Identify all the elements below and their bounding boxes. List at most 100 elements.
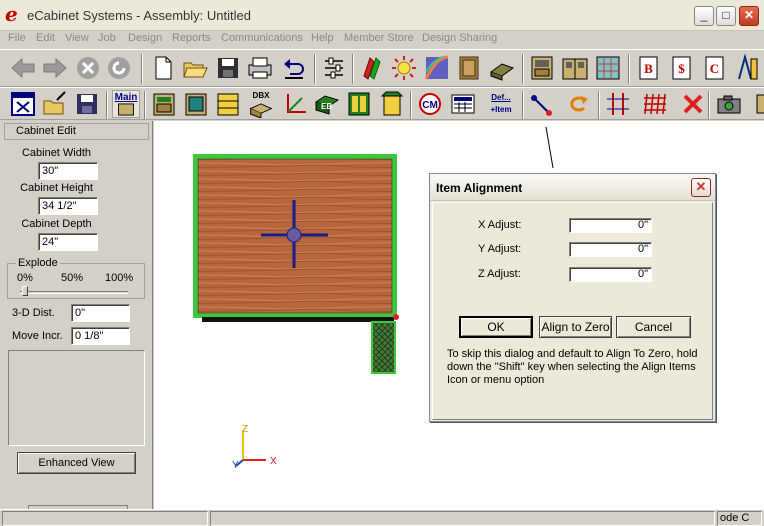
panel-icon[interactable]: [488, 54, 516, 82]
tall-cabinet-icon[interactable]: [345, 90, 373, 118]
cabinet-library-icon[interactable]: [528, 54, 556, 82]
wardrobe-icon[interactable]: [378, 90, 406, 118]
move-incr-label: Move Incr.: [12, 330, 63, 342]
item-alignment-dialog: Item Alignment ✕ X Adjust: 0" Y Adjust: …: [429, 173, 716, 422]
menu-design[interactable]: Design: [128, 32, 162, 44]
align-items-icon[interactable]: [528, 90, 556, 118]
materials-icon[interactable]: [358, 54, 386, 82]
axis-x-label: X: [270, 456, 277, 467]
calculator-icon[interactable]: [449, 90, 477, 118]
main-button[interactable]: Main: [112, 90, 140, 118]
menu-bar: File Edit View Job Design Reports Commun…: [0, 31, 764, 48]
z-adjust-input[interactable]: 0": [569, 267, 652, 282]
status-cell-1: [2, 511, 208, 526]
close-button[interactable]: ✕: [739, 6, 759, 26]
menu-help[interactable]: Help: [311, 32, 334, 44]
menu-file[interactable]: File: [8, 32, 26, 44]
pointer-line: [545, 126, 554, 169]
bill-icon[interactable]: B: [634, 54, 662, 82]
ok-button[interactable]: OK: [459, 316, 533, 338]
cm-tool-icon[interactable]: CM: [416, 90, 444, 118]
open-folder-icon[interactable]: [181, 54, 209, 82]
cabinet-width-input[interactable]: 30": [38, 162, 98, 180]
forward-arrow-icon[interactable]: [41, 54, 69, 82]
camera-icon[interactable]: [715, 90, 743, 118]
stop-icon[interactable]: [74, 54, 102, 82]
explode-tick-0: 0%: [17, 272, 33, 284]
base-cabinet-icon[interactable]: [150, 90, 178, 118]
maximize-button[interactable]: □: [716, 6, 736, 26]
open-folder-edit-icon[interactable]: [41, 90, 69, 118]
new-file-icon[interactable]: [149, 54, 177, 82]
rotate-icon[interactable]: [564, 90, 592, 118]
z-adjust-label: Z Adjust:: [478, 268, 521, 280]
axis-z-label: Z: [242, 424, 248, 435]
svg-text:C: C: [710, 61, 719, 76]
dialog-title: Item Alignment: [436, 181, 523, 195]
drawing-tools-icon[interactable]: [733, 54, 761, 82]
back-arrow-icon[interactable]: [9, 54, 37, 82]
edit-window-icon[interactable]: [9, 90, 37, 118]
y-adjust-input[interactable]: 0": [569, 242, 652, 257]
title-bar: e eCabinet Systems - Assembly: Untitled …: [0, 0, 764, 31]
dist-label: 3-D Dist.: [12, 307, 55, 319]
dbx-button[interactable]: DBX: [247, 90, 275, 118]
undo-icon[interactable]: [280, 54, 308, 82]
svg-text:CM: CM: [422, 100, 438, 111]
menu-design-sharing[interactable]: Design Sharing: [422, 32, 497, 44]
properties-icon[interactable]: [320, 54, 348, 82]
x-adjust-input[interactable]: 0": [569, 218, 652, 233]
cutlist-icon[interactable]: C: [700, 54, 728, 82]
save-icon[interactable]: [214, 54, 242, 82]
door-style-icon[interactable]: [455, 54, 483, 82]
align-to-zero-button[interactable]: Align to Zero: [539, 316, 612, 338]
more-tools-icon[interactable]: [748, 90, 764, 118]
menu-view[interactable]: View: [65, 32, 89, 44]
dist-input[interactable]: 0": [71, 304, 130, 322]
def-label: Def...: [491, 93, 511, 102]
door-hatch: [371, 321, 396, 374]
menu-communications[interactable]: Communications: [221, 32, 303, 44]
edgeband-button[interactable]: EB: [313, 90, 341, 118]
wall-cabinet-icon[interactable]: [182, 90, 210, 118]
explode-group: Explode 0% 50% 100%: [7, 257, 145, 299]
save-cabinet-icon[interactable]: [73, 90, 101, 118]
status-mode: ode C: [717, 511, 762, 526]
dbx-label: DBX: [252, 91, 270, 100]
axis-tool-icon[interactable]: [280, 90, 308, 118]
cancel-button[interactable]: Cancel: [616, 316, 691, 338]
define-item-button[interactable]: Def... +Item: [484, 90, 518, 118]
box-icon: [249, 103, 273, 118]
explode-tick-50: 50%: [61, 272, 84, 284]
window-title: eCabinet Systems - Assembly: Untitled: [27, 8, 251, 23]
minimize-button[interactable]: _: [694, 6, 714, 26]
lighting-icon[interactable]: [390, 54, 418, 82]
menu-reports[interactable]: Reports: [172, 32, 211, 44]
cabinet-depth-label: Cabinet Depth: [21, 218, 92, 230]
cabinet-height-input[interactable]: 34 1/2": [38, 197, 98, 215]
cabinet-depth-input[interactable]: 24": [38, 233, 98, 251]
grid-lines-icon[interactable]: [604, 90, 632, 118]
texture-icon[interactable]: [423, 54, 451, 82]
refresh-icon[interactable]: [105, 54, 133, 82]
print-icon[interactable]: [246, 54, 274, 82]
cabinet-mini-icon: [118, 103, 134, 116]
cabinet-group-icon[interactable]: [561, 54, 589, 82]
price-icon[interactable]: $: [667, 54, 695, 82]
grid-icon[interactable]: [641, 90, 669, 118]
drawer-cabinet-icon[interactable]: [214, 90, 242, 118]
menu-job[interactable]: Job: [98, 32, 116, 44]
move-incr-input[interactable]: 0 1/8": [71, 327, 130, 345]
explode-slider-track[interactable]: [20, 291, 128, 294]
dialog-titlebar[interactable]: Item Alignment ✕: [430, 174, 715, 201]
explode-slider-thumb[interactable]: [22, 286, 28, 296]
explode-tick-100: 100%: [105, 272, 134, 284]
delete-icon[interactable]: [679, 90, 707, 118]
room-layout-icon[interactable]: [594, 54, 622, 82]
menu-edit[interactable]: Edit: [36, 32, 55, 44]
enhanced-view-button[interactable]: Enhanced View: [17, 452, 136, 474]
menu-member-store[interactable]: Member Store: [344, 32, 414, 44]
dialog-close-button[interactable]: ✕: [691, 178, 711, 197]
app-logo-icon: e: [5, 2, 18, 26]
y-adjust-label: Y Adjust:: [478, 243, 522, 255]
